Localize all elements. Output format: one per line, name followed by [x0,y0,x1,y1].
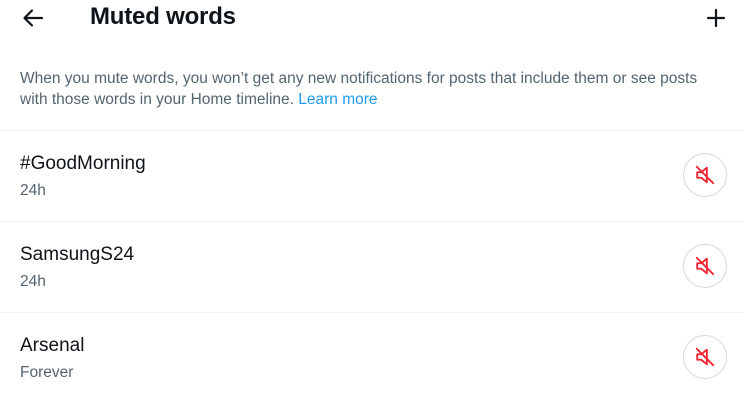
muted-word-item[interactable]: #GoodMorning 24h [0,131,744,221]
plus-icon [706,8,726,28]
muted-word-text: #GoodMorning [20,153,146,174]
muted-word-item[interactable]: SamsungS24 24h [0,222,744,312]
speaker-muted-icon [695,347,715,367]
back-button[interactable] [20,6,46,30]
speaker-muted-icon [695,165,715,185]
muted-words-description: When you mute words, you won’t get any n… [20,68,726,110]
muted-word-text: Arsenal [20,335,85,356]
add-muted-word-button[interactable] [704,6,728,30]
speaker-muted-icon [695,256,715,276]
muted-words-page: Muted words When you mute words, you won… [0,0,744,400]
arrow-left-icon [23,9,44,27]
unmute-button[interactable] [683,244,727,288]
muted-word-text: SamsungS24 [20,244,135,265]
muted-word-duration: Forever [20,364,74,381]
unmute-button[interactable] [683,153,727,197]
unmute-button[interactable] [683,335,727,379]
muted-word-duration: 24h [20,273,46,290]
muted-word-duration: 24h [20,182,46,199]
page-title: Muted words [90,3,236,30]
muted-word-item[interactable]: Arsenal Forever [0,313,744,400]
learn-more-link[interactable]: Learn more [298,91,377,108]
page-header: Muted words [0,0,744,36]
